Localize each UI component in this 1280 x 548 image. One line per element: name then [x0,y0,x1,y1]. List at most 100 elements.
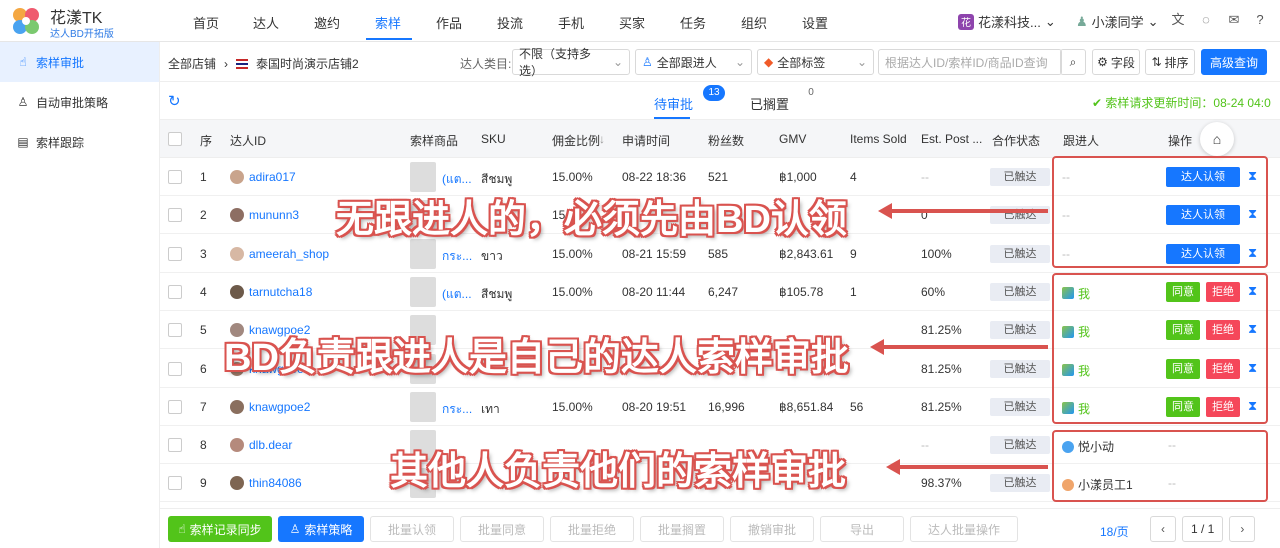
nav-home[interactable]: 首页 [193,13,219,32]
brand-subtitle: 达人BD开拓版 [50,29,114,40]
col-commission[interactable]: 佣金比例 [552,132,600,149]
sort-down-icon[interactable]: ↓ [599,132,605,146]
tag-select[interactable]: ◆ 全部标签 ⌄ [757,49,874,75]
col-gmv: GMV [779,132,807,146]
hand-icon: ☝ [19,55,27,69]
commission-rate: 15.00% [552,246,593,261]
sidebar-item-sample-approval[interactable]: ☝ 索样审批 [0,42,159,82]
col-items-sold: Items Sold [850,132,907,146]
sample-policy-button[interactable]: ♙ 索样策略 [278,516,364,542]
category-select[interactable]: 不限（支持多选） ⌄ [512,47,630,78]
nav-settings[interactable]: 设置 [802,13,828,32]
row-checkbox[interactable] [168,361,182,376]
org-switcher[interactable]: 花 花漾科技... ⌄ [958,12,1056,31]
creator-id-link[interactable]: ameerah_shop [249,247,329,261]
tab-pending[interactable]: 待审批 [654,94,693,113]
org-badge: 花 [958,13,974,30]
row-checkbox[interactable] [168,476,182,491]
nav-phone[interactable]: 手机 [558,13,584,32]
tab-shelved[interactable]: 已搁置 [750,94,789,113]
gmv: ฿1,000 [779,170,817,184]
breadcrumb-store[interactable]: 泰国时尚演示店铺2 [256,55,359,72]
chat-icon[interactable]: ◌ [1198,12,1214,28]
withdraw-button[interactable]: 撤销审批 [730,516,814,542]
row-checkbox[interactable] [168,284,182,299]
mail-icon[interactable]: ✉ [1226,12,1242,28]
breadcrumb-root[interactable]: 全部店铺 [168,55,216,72]
sidebar-item-sample-tracking[interactable]: ▤ 索样跟踪 [0,122,159,162]
product-thumbnail[interactable] [410,391,436,422]
book-icon: ▤ [17,135,29,149]
nav-invite[interactable]: 邀约 [314,13,340,32]
row-checkbox[interactable] [168,438,182,453]
next-page-button[interactable]: › [1229,516,1256,542]
nav-creators[interactable]: 达人 [253,13,279,32]
product-name[interactable]: กระ... [442,247,472,266]
items-sold: 4 [850,170,857,184]
bulk-agree-button[interactable]: 批量同意 [460,516,544,542]
tab-active-indicator [654,117,690,119]
prev-page-button[interactable]: ‹ [1150,516,1176,542]
refresh-icon[interactable]: ↻ [168,92,181,110]
avatar [230,284,244,299]
creator-id-link[interactable]: dlb.dear [249,438,292,452]
user-menu[interactable]: ♟ 小漾同学 ⌄ [1076,12,1159,31]
inbox-icon[interactable]: ⌂ [1200,122,1234,156]
product-name[interactable]: กระ... [442,400,472,419]
bulk-claim-button[interactable]: 批量认领 [370,516,454,542]
row-checkbox[interactable] [168,323,182,338]
chevron-down-icon: ⌄ [1147,13,1159,29]
row-checkbox[interactable] [168,170,182,184]
items-sold: 9 [850,246,857,261]
help-icon[interactable]: ? [1252,12,1268,28]
sort-label: 排序 [1164,55,1189,70]
nav-org[interactable]: 组织 [741,13,767,32]
row-checkbox[interactable] [168,208,182,223]
nav-works[interactable]: 作品 [436,13,462,32]
sidebar-item-auto-policy[interactable]: ♙ 自动审批策略 [0,82,159,122]
product-name[interactable]: (แต... [442,285,472,304]
sort-button[interactable]: ⇅ 排序 [1145,49,1195,75]
export-button[interactable]: 导出 [820,516,904,542]
nav-samples[interactable]: 索样 [375,13,401,32]
creator-id-link[interactable]: adira017 [249,170,296,184]
creator-id-link[interactable]: thin84086 [249,476,302,490]
follower-select[interactable]: ♙ 全部跟进人 ⌄ [635,49,752,75]
row-checkbox[interactable] [168,246,182,261]
nav-buyers[interactable]: 买家 [619,13,645,32]
bulk-reject-button[interactable]: 批量拒绝 [550,516,634,542]
creator-bulk-ops-button[interactable]: 达人批量操作 [910,516,1018,542]
creator-id-link[interactable]: knawgpoe2 [249,400,310,414]
bulk-shelve-button[interactable]: 批量搁置 [640,516,724,542]
highlight-box-approve [1052,273,1268,424]
translate-icon[interactable]: 文 [1170,12,1186,28]
user-icon: ♙ [17,95,29,109]
product-thumbnail[interactable] [410,238,436,269]
product-name[interactable]: (แต... [442,170,472,189]
sample-sync-button[interactable]: ☝ 索样记录同步 [168,516,272,542]
items-sold: 1 [850,284,857,299]
sample-policy-label: 索样策略 [304,522,353,537]
fans-count: 16,996 [708,399,745,414]
est-post-rate: -- [921,438,929,453]
row-no: 7 [200,399,207,414]
col-follower: 跟进人 [1063,134,1100,148]
col-sku: SKU [481,132,506,146]
product-thumbnail[interactable] [410,276,436,307]
fields-button[interactable]: ⚙ 字段 [1092,49,1140,75]
est-post-rate: 100% [921,246,952,261]
creator-id-link[interactable]: mununn3 [249,208,299,222]
search-button[interactable]: ⌕ [1060,49,1086,75]
avatar [230,438,244,453]
select-all-checkbox[interactable] [168,132,182,146]
nav-tasks[interactable]: 任务 [680,13,706,32]
status-badge: 已触达 [990,397,1050,416]
creator-id-link[interactable]: tarnutcha18 [249,285,312,299]
nav-ads[interactable]: 投流 [497,13,523,32]
row-checkbox[interactable] [168,399,182,414]
fans-count: 6,247 [708,284,739,299]
advanced-query-button[interactable]: 高级查询 [1201,49,1267,75]
search-input[interactable]: 根据达人ID/索样ID/商品ID查询 [878,49,1062,75]
page-size[interactable]: 18/页 [1100,523,1129,540]
chevron-down-icon: ⌄ [734,55,745,69]
